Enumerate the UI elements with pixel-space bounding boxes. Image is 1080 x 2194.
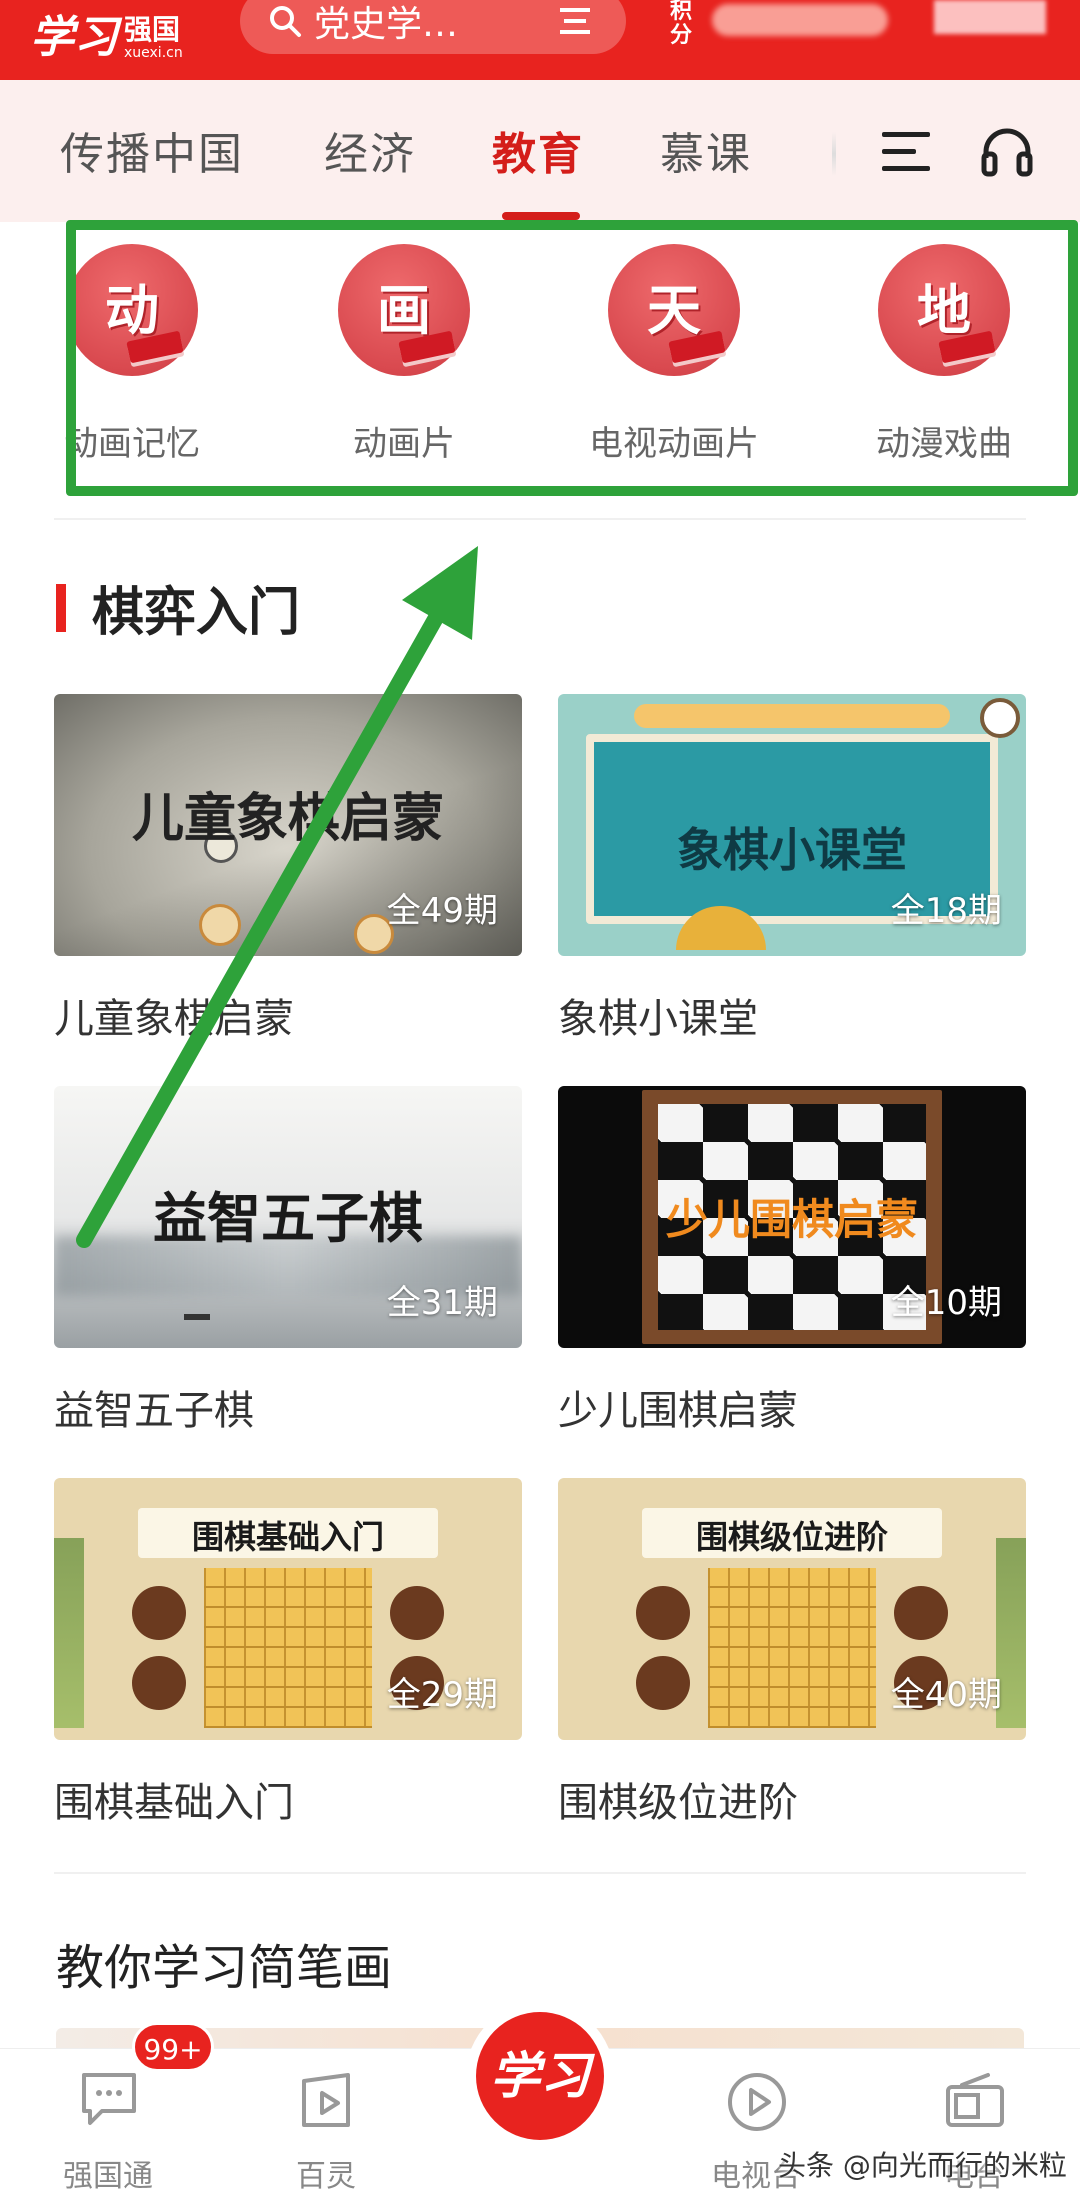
course-title: 儿童象棋启蒙 xyxy=(54,996,294,1042)
highlight-box xyxy=(66,220,1078,496)
search-bar[interactable]: 党史学… xyxy=(240,0,626,54)
headphones-icon[interactable] xyxy=(980,124,1034,178)
course-thumbnail: 少儿围棋启蒙 全10期 xyxy=(558,1086,1026,1348)
unread-badge: 99+ xyxy=(132,2022,214,2072)
scan-menu-icon[interactable] xyxy=(558,8,592,34)
play-circle-icon xyxy=(728,2073,786,2131)
course-thumbnail: 围棋级位进阶 全40期 xyxy=(558,1478,1026,1740)
app-logo[interactable]: 学习 强国 xuexi.cn xyxy=(30,0,183,63)
logo-en: xuexi.cn xyxy=(124,45,183,61)
blurred-avatar[interactable] xyxy=(934,0,1046,34)
episode-count: 全40期 xyxy=(890,1675,1002,1715)
section-title: 教你学习简笔画 xyxy=(56,1940,393,1996)
study-center-button[interactable]: 学习 xyxy=(476,2012,604,2140)
tab-muke[interactable]: 慕课 xyxy=(660,118,752,182)
channel-tab-bar: 传播中国 经济 教育 慕课 xyxy=(0,80,1080,222)
thumbnail-art-text: 围棋基础入门 xyxy=(191,1518,384,1556)
course-thumbnail: 益智五子棋 全31期 xyxy=(54,1086,522,1348)
episode-count: 全49期 xyxy=(386,891,498,931)
top-header: 学习 强国 xuexi.cn 党史学… 积分 xyxy=(0,0,1080,80)
thumbnail-art-text: 围棋级位进阶 xyxy=(695,1518,888,1556)
divider xyxy=(54,518,1026,520)
episode-count: 全31期 xyxy=(386,1283,498,1323)
tab-jingji[interactable]: 经济 xyxy=(324,118,416,182)
search-icon xyxy=(270,6,301,37)
tab-chuanbo[interactable]: 传播中国 xyxy=(60,118,244,182)
logo-cn: 强国 xyxy=(124,13,181,46)
course-title: 益智五子棋 xyxy=(54,1388,254,1434)
active-tab-indicator xyxy=(502,212,580,220)
thumbnail-art-text: 儿童象棋启蒙 xyxy=(131,788,444,849)
course-thumbnail: 围棋基础入门 全29期 xyxy=(54,1478,522,1740)
blurred-score-value xyxy=(712,4,888,36)
tab-jiaoyu[interactable]: 教育 xyxy=(492,118,584,182)
course-thumbnail: 象棋小课堂 全18期 xyxy=(558,694,1026,956)
course-title: 围棋级位进阶 xyxy=(558,1780,798,1826)
course-title: 少儿围棋启蒙 xyxy=(558,1388,798,1434)
episode-count: 全18期 xyxy=(890,891,1002,931)
short-video-icon xyxy=(302,2073,350,2127)
nav-bailing[interactable]: 百灵 xyxy=(256,2049,396,2194)
thumbnail-art-text: 象棋小课堂 xyxy=(677,823,907,877)
logo-glyph: 学习 xyxy=(30,12,118,63)
episode-count: 全29期 xyxy=(386,1675,498,1715)
watermark-text: 头条 @向光而行的米粒 xyxy=(778,2149,1067,2182)
section-accent-bar xyxy=(56,583,66,632)
divider xyxy=(54,1872,1026,1874)
score-label[interactable]: 积分 xyxy=(670,0,700,48)
channel-menu-icon[interactable] xyxy=(882,130,930,174)
chat-icon xyxy=(82,2073,136,2125)
search-placeholder: 党史学… xyxy=(314,4,459,45)
episode-count: 全10期 xyxy=(890,1283,1002,1323)
section-title: 棋弈入门 xyxy=(56,570,300,645)
course-thumbnail: 儿童象棋启蒙 全49期 xyxy=(54,694,522,956)
course-title: 围棋基础入门 xyxy=(54,1780,294,1826)
radio-icon xyxy=(946,2073,1004,2127)
tab-fade-divider xyxy=(832,132,836,176)
course-title: 象棋小课堂 xyxy=(558,996,758,1042)
thumbnail-art-text: 益智五子棋 xyxy=(153,1186,423,1250)
thumbnail-art-text: 少儿围棋启蒙 xyxy=(665,1195,918,1244)
